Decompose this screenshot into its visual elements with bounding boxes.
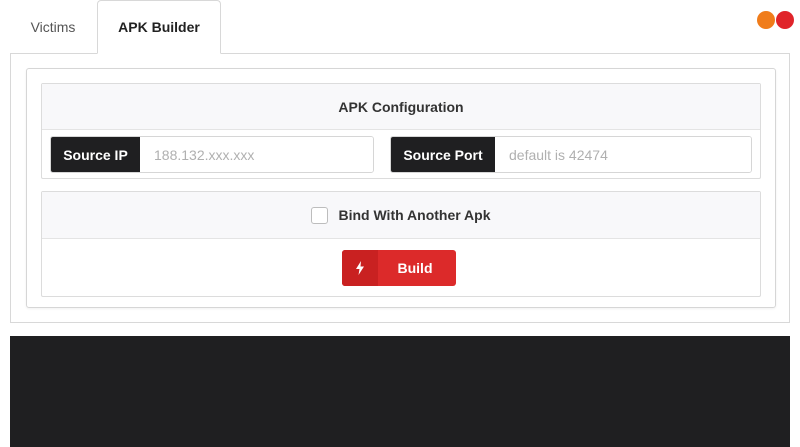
source-ip-input[interactable]: [140, 137, 373, 172]
builder-panel: APK Configuration Source IP Source Port …: [10, 53, 790, 323]
source-port-group: Source Port: [390, 136, 752, 173]
source-ip-label: Source IP: [51, 137, 140, 172]
source-ip-group: Source IP: [50, 136, 374, 173]
source-port-label: Source Port: [391, 137, 495, 172]
red-dot-icon[interactable]: [776, 11, 794, 29]
build-button[interactable]: Build: [342, 250, 456, 286]
apk-configuration-title: APK Configuration: [42, 84, 760, 130]
builder-card: APK Configuration Source IP Source Port …: [26, 68, 776, 308]
source-port-input[interactable]: [495, 137, 751, 172]
bind-apk-label: Bind With Another Apk: [338, 207, 491, 223]
apk-builder-page: Victims APK Builder APK Configuration So…: [0, 0, 800, 447]
output-console: [10, 336, 790, 447]
bind-apk-row: Bind With Another Apk: [42, 192, 760, 239]
bolt-icon: [342, 250, 378, 286]
window-status-dots: [757, 11, 795, 29]
tab-apk-builder[interactable]: APK Builder: [97, 0, 221, 54]
apk-configuration-section: APK Configuration Source IP Source Port: [41, 83, 761, 179]
bind-apk-checkbox[interactable]: [311, 206, 329, 224]
tab-bar: Victims APK Builder: [0, 0, 800, 54]
bind-apk-section: Bind With Another Apk Build: [41, 191, 761, 297]
tab-victims[interactable]: Victims: [10, 0, 96, 54]
orange-dot-icon[interactable]: [757, 11, 775, 29]
build-label: Build: [397, 260, 433, 276]
